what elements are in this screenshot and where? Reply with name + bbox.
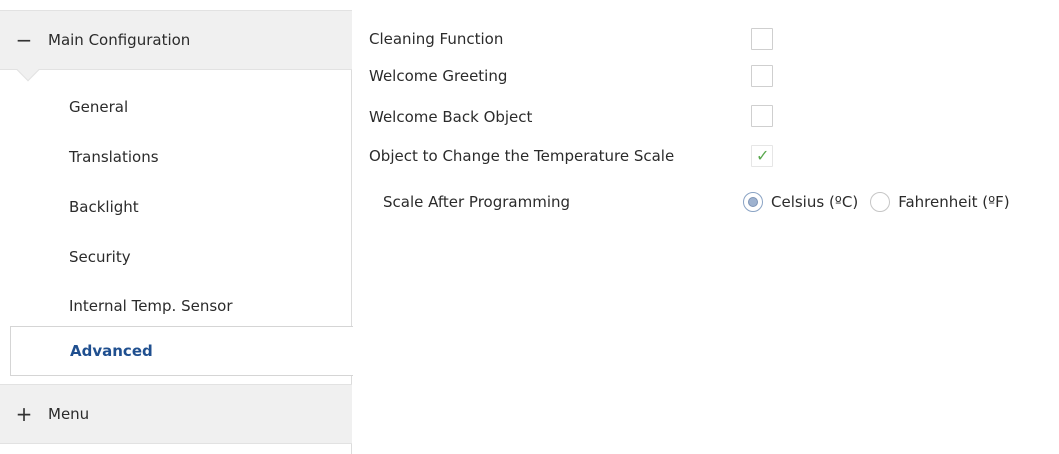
sidebar: − Main Configuration General Translation… (0, 10, 353, 454)
sidebar-item-internal-temp-sensor[interactable]: Internal Temp. Sensor (0, 281, 352, 331)
setting-label-temperature-scale-object: Object to Change the Temperature Scale (369, 147, 675, 165)
radio-unselected-icon (870, 192, 891, 212)
celsius-radio[interactable]: Celsius (ºC) (743, 192, 858, 212)
celsius-radio-label: Celsius (ºC) (771, 193, 859, 211)
app-window: − Main Configuration General Translation… (0, 0, 1059, 454)
radio-selected-icon (743, 192, 763, 212)
setting-label-welcome-greeting: Welcome Greeting (369, 67, 508, 85)
sidebar-group-menu[interactable]: + Menu (0, 384, 352, 444)
sidebar-group-label: Menu (48, 405, 90, 423)
scale-after-programming-label: Scale After Programming (383, 193, 571, 211)
scale-radio-group: Celsius (ºC) Fahrenheit (ºF) (743, 187, 1022, 217)
sidebar-item-backlight[interactable]: Backlight (0, 182, 352, 232)
settings-panel: Cleaning Function Welcome Greeting Welco… (353, 10, 1059, 454)
check-icon: ✓ (756, 146, 770, 165)
welcome-back-object-checkbox[interactable] (751, 105, 773, 127)
sidebar-group-label: Main Configuration (48, 31, 191, 49)
sidebar-item-security[interactable]: Security (0, 232, 352, 282)
sidebar-group-main-configuration[interactable]: − Main Configuration (0, 10, 352, 82)
fahrenheit-radio[interactable]: Fahrenheit (ºF) (870, 192, 1010, 212)
sidebar-item-general[interactable]: General (0, 82, 352, 132)
sidebar-item-translations[interactable]: Translations (0, 132, 352, 182)
fahrenheit-radio-label: Fahrenheit (ºF) (898, 193, 1010, 211)
temperature-scale-object-checkbox[interactable]: ✓ (751, 145, 773, 167)
expand-icon[interactable]: + (0, 404, 48, 424)
cleaning-function-checkbox[interactable] (751, 28, 773, 50)
collapse-icon[interactable]: − (0, 30, 48, 50)
group-pointer (16, 58, 40, 82)
welcome-greeting-checkbox[interactable] (751, 65, 773, 87)
setting-label-welcome-back-object: Welcome Back Object (369, 108, 533, 126)
setting-label-cleaning-function: Cleaning Function (369, 30, 504, 48)
sidebar-item-advanced[interactable]: Advanced (10, 326, 353, 376)
